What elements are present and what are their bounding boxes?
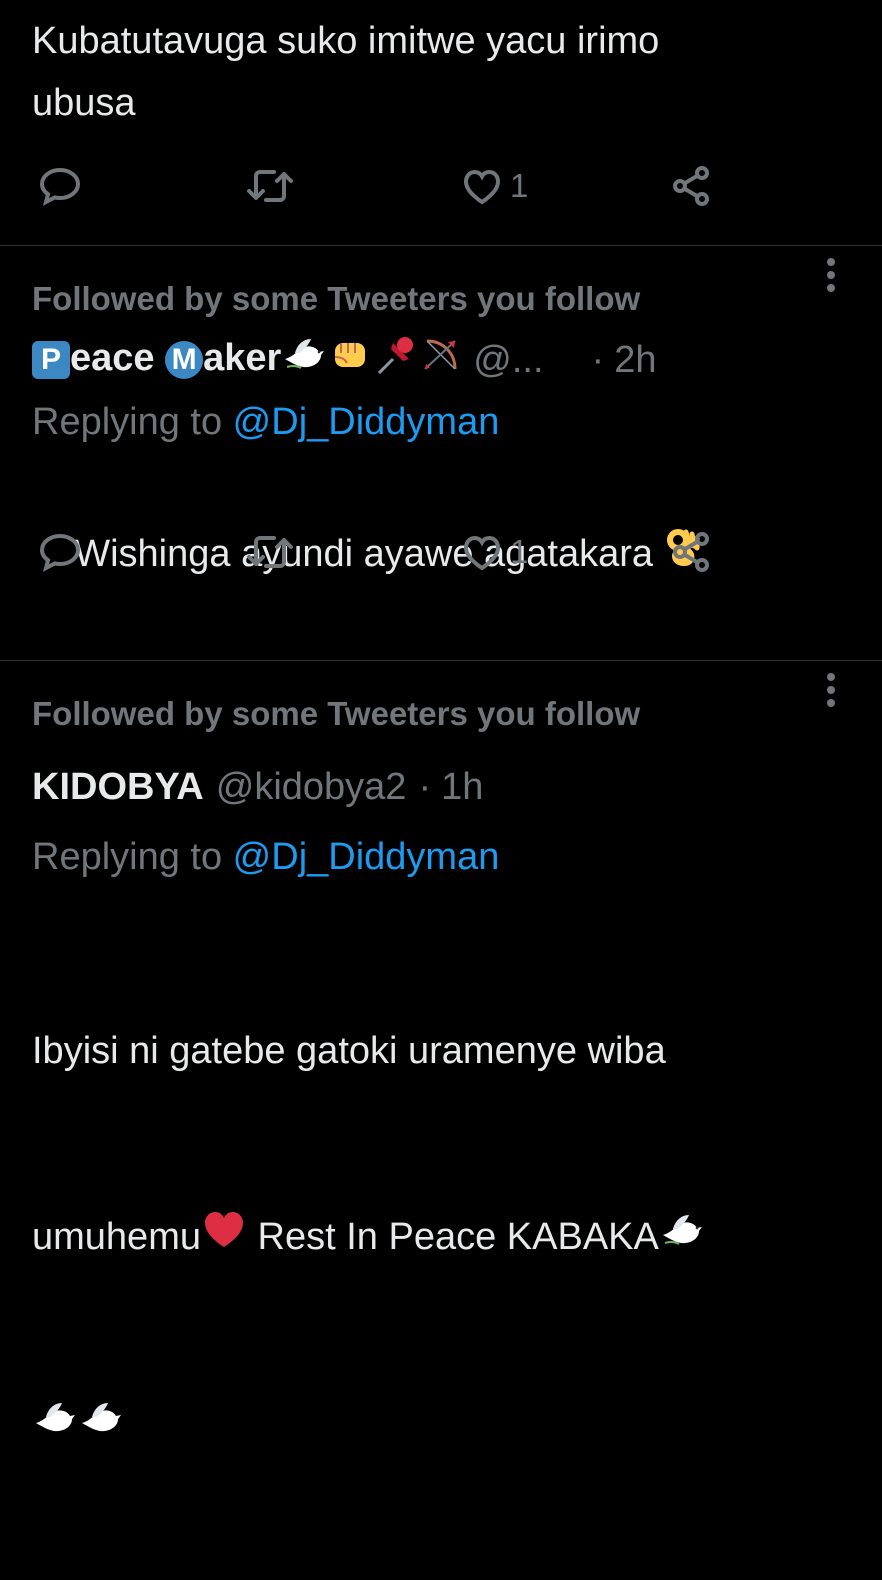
- reply-button[interactable]: [36, 522, 84, 582]
- display-name[interactable]: KIDOBYA: [32, 766, 204, 809]
- tweet[interactable]: Followed by some Tweeters you follow Pea…: [0, 246, 882, 660]
- retweet-button[interactable]: [244, 156, 296, 216]
- display-name-part: aker: [203, 337, 282, 380]
- user-handle[interactable]: @...: [473, 339, 543, 382]
- tweet-text-line: [32, 1394, 850, 1456]
- tweet-actions: 1: [32, 156, 850, 216]
- tweet-text-line: umuhemu Rest In Peace KABAKA: [32, 1206, 850, 1270]
- letter-m-badge-icon: M: [165, 341, 204, 379]
- pushpin-emoji-icon: [373, 335, 419, 385]
- like-button[interactable]: 1: [458, 156, 528, 216]
- share-icon: [673, 532, 709, 572]
- like-count: 1: [510, 167, 529, 204]
- replying-to-link[interactable]: @Dj_Diddyman: [233, 836, 500, 878]
- replying-to-label: Replying to: [32, 836, 233, 878]
- tweet-text-part: umuhemu: [32, 1216, 201, 1258]
- reply-button[interactable]: [36, 156, 84, 216]
- tweet-text: Ibyisi ni gatebe gatoki uramenye wiba um…: [32, 896, 850, 1580]
- tweet-timestamp[interactable]: 1h: [441, 766, 483, 809]
- tweet-text: Kubatutavuga suko imitwe yacu irimo ubus…: [32, 20, 660, 124]
- share-button[interactable]: [668, 156, 716, 216]
- tweet-header: KIDOBYA @kidobya2 · 1h: [32, 673, 850, 818]
- dove-emoji-icon: [659, 1208, 705, 1270]
- dove-emoji-icon: [78, 1396, 124, 1458]
- retweet-button[interactable]: [244, 522, 296, 582]
- like-count: 1: [510, 533, 529, 570]
- display-name-part: eace: [70, 337, 166, 380]
- display-name[interactable]: Peace Maker: [32, 335, 465, 385]
- fist-emoji-icon: [327, 335, 373, 385]
- social-context: Followed by some Tweeters you follow: [32, 280, 641, 317]
- tweet-text-part: Rest In Peace KABAKA: [246, 1216, 659, 1258]
- replying-to-label: Replying to: [32, 401, 233, 443]
- reply-icon: [39, 167, 81, 206]
- tweet-actions: 1: [32, 522, 850, 582]
- more-icon[interactable]: [826, 258, 836, 297]
- replying-to: Replying to @Dj_Diddyman: [32, 391, 850, 453]
- letter-p-badge-icon: P: [32, 341, 70, 379]
- separator-dot: ·: [591, 338, 605, 381]
- share-icon: [673, 166, 709, 206]
- red-heart-emoji-icon: [201, 1208, 247, 1270]
- social-context: Followed by some Tweeters you follow: [32, 695, 641, 732]
- tweet[interactable]: Followed by some Tweeters you follow KID…: [0, 661, 882, 1432]
- replying-to: Replying to @Dj_Diddyman: [32, 826, 850, 888]
- tweet[interactable]: Kubatutavuga suko imitwe yacu irimo ubus…: [0, 0, 882, 245]
- replying-to-link[interactable]: @Dj_Diddyman: [233, 401, 500, 443]
- like-button[interactable]: 1: [458, 522, 528, 582]
- reply-icon: [39, 533, 81, 572]
- user-handle[interactable]: @kidobya2: [216, 766, 407, 809]
- dove-emoji-icon: [281, 335, 327, 385]
- tweet-header: Peace Maker @... · 2h: [32, 258, 850, 391]
- heart-icon: [463, 169, 501, 205]
- retweet-icon: [247, 536, 293, 568]
- separator-dot: ·: [418, 765, 432, 808]
- bow-and-arrow-emoji-icon: [419, 335, 465, 385]
- more-icon[interactable]: [826, 673, 836, 712]
- dove-emoji-icon: [32, 1396, 78, 1458]
- tweet-timestamp[interactable]: 2h: [614, 339, 656, 382]
- tweet-text-line: Ibyisi ni gatebe gatoki uramenye wiba: [32, 1030, 666, 1072]
- retweet-icon: [247, 170, 293, 202]
- heart-icon: [463, 535, 501, 571]
- share-button[interactable]: [668, 522, 716, 582]
